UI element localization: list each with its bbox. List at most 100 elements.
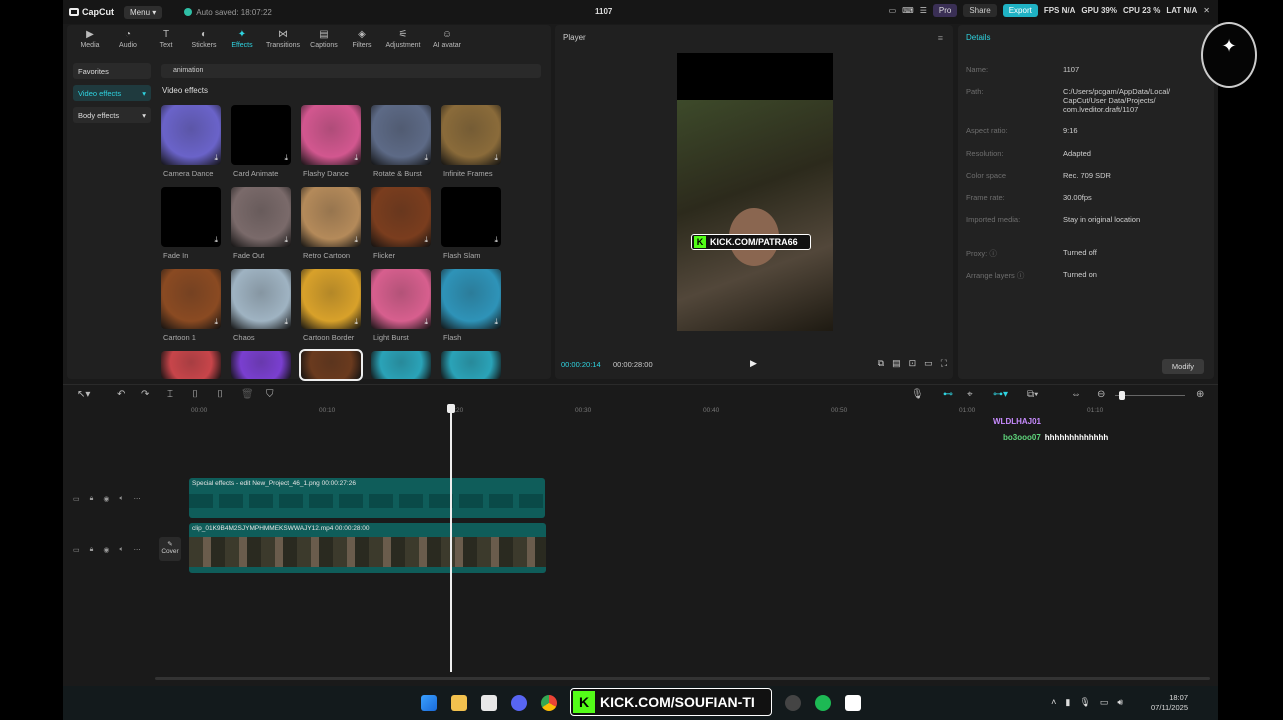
download-icon[interactable]: ⤓ bbox=[284, 317, 288, 327]
effect-item[interactable]: ⤓ Fade In bbox=[161, 187, 221, 267]
lock-icon[interactable]: 🔒︎ bbox=[90, 546, 94, 554]
category-video-effects[interactable]: Video effects ▾ bbox=[73, 85, 151, 101]
download-icon[interactable]: ⤓ bbox=[214, 235, 218, 245]
redo-icon[interactable]: ↷ bbox=[141, 389, 149, 400]
windows-start-icon[interactable] bbox=[421, 695, 437, 711]
chrome-icon[interactable] bbox=[541, 695, 557, 711]
download-icon[interactable]: ⤓ bbox=[214, 317, 218, 327]
cover-button[interactable]: ✎ Cover bbox=[159, 537, 181, 561]
more-icon[interactable]: ⋯ bbox=[134, 495, 141, 503]
download-icon[interactable]: ⤓ bbox=[424, 153, 428, 163]
fit-icon[interactable]: ⇔ bbox=[1071, 389, 1081, 400]
spotify-icon[interactable] bbox=[815, 695, 831, 711]
tab-adjustment[interactable]: ⚟ Adjustment bbox=[383, 25, 423, 53]
export-button[interactable]: Export bbox=[1002, 4, 1038, 17]
link-icon[interactable]: ⊷ bbox=[943, 389, 953, 400]
effect-clip[interactable]: Special effects - edit New_Project_46_1.… bbox=[189, 478, 545, 518]
effect-item[interactable]: ⤓ Infinite Frames bbox=[441, 105, 501, 185]
zoom-slider[interactable] bbox=[1115, 395, 1185, 396]
tab-media[interactable]: ▶ Media bbox=[73, 25, 107, 53]
microphone-icon[interactable]: 🎙 bbox=[911, 389, 924, 400]
shield-icon[interactable]: ⛉ bbox=[266, 389, 274, 400]
chevron-up-icon[interactable]: ˄ bbox=[1051, 697, 1056, 708]
history-icon[interactable]: ☰ bbox=[920, 6, 927, 15]
download-icon[interactable]: ⤓ bbox=[354, 153, 358, 163]
effect-item[interactable] bbox=[231, 351, 291, 379]
tab-text[interactable]: T Text bbox=[149, 25, 183, 53]
tab-filters[interactable]: ◈ Filters bbox=[345, 25, 379, 53]
effect-item[interactable]: ⤓ Fade Out bbox=[231, 187, 291, 267]
select-tool-icon[interactable]: ↖▾ bbox=[77, 389, 90, 400]
lock-icon[interactable]: 🔒︎ bbox=[90, 495, 94, 503]
effect-item[interactable] bbox=[371, 351, 431, 379]
effect-item[interactable]: ⤓ Rotate & Burst bbox=[371, 105, 431, 185]
tab-transitions[interactable]: ⋈ Transitions bbox=[263, 25, 303, 53]
effect-item[interactable]: ⤓ Flash bbox=[441, 269, 501, 349]
split-icon[interactable]: ⌶ bbox=[167, 389, 173, 400]
discord-icon[interactable] bbox=[511, 695, 527, 711]
eye-icon[interactable]: ◉ bbox=[103, 546, 109, 554]
split-left-icon[interactable]: ⌷ bbox=[192, 389, 198, 400]
magnet-icon[interactable]: ⊶▾ bbox=[993, 389, 1008, 400]
close-icon[interactable]: ✕ bbox=[1203, 6, 1210, 15]
play-icon[interactable]: ▶ bbox=[750, 358, 757, 369]
undo-icon[interactable]: ↶ bbox=[117, 389, 125, 400]
layout-icon[interactable]: ▭ bbox=[889, 6, 897, 15]
video-preview[interactable]: K KICK.COM/PATRA66 bbox=[677, 53, 833, 331]
category-body-effects[interactable]: Body effects ▾ bbox=[73, 107, 151, 123]
zoom-in-icon[interactable]: ⊕ bbox=[1196, 389, 1204, 400]
download-icon[interactable]: ⤓ bbox=[494, 317, 498, 327]
ratio-icon[interactable]: ▭ bbox=[924, 358, 933, 369]
usb-icon[interactable]: ▮ bbox=[1065, 697, 1070, 708]
download-icon[interactable]: ⤓ bbox=[424, 317, 428, 327]
more-icon[interactable]: ⋯ bbox=[134, 546, 141, 554]
tab-audio[interactable]: ◔ Audio bbox=[111, 25, 145, 53]
download-icon[interactable]: ⤓ bbox=[424, 235, 428, 245]
download-icon[interactable]: ⤓ bbox=[354, 317, 358, 327]
tab-ai-avatar[interactable]: ☺ AI avatar bbox=[427, 25, 467, 53]
split-right-icon[interactable]: ⌷ bbox=[217, 389, 223, 400]
tab-effects[interactable]: ✦ Effects bbox=[225, 25, 259, 53]
snapshot-icon[interactable]: ⧉ bbox=[878, 358, 884, 369]
fullscreen-icon[interactable]: ⛶ bbox=[941, 358, 947, 369]
effect-item[interactable]: ⤓ Chaos bbox=[231, 269, 291, 349]
menu-button[interactable]: Menu ▾ bbox=[124, 5, 163, 19]
download-icon[interactable]: ⤓ bbox=[214, 153, 218, 163]
preview-axis-icon[interactable]: ⧉▾ bbox=[1027, 389, 1038, 400]
effect-item[interactable]: ⤓ Camera Dance bbox=[161, 105, 221, 185]
store-icon[interactable] bbox=[481, 695, 497, 711]
download-icon[interactable]: ⤓ bbox=[354, 235, 358, 245]
share-button[interactable]: Share bbox=[963, 4, 997, 17]
download-icon[interactable]: ⤓ bbox=[494, 153, 498, 163]
effect-item[interactable]: ⤓ Flash Slam bbox=[441, 187, 501, 267]
effect-item[interactable] bbox=[441, 351, 501, 379]
zoom-slider-handle[interactable] bbox=[1119, 391, 1125, 400]
crop-icon[interactable]: ⊡ bbox=[909, 358, 917, 369]
effect-item[interactable]: ⤓ Card Animate bbox=[231, 105, 291, 185]
download-icon[interactable]: ⤓ bbox=[284, 153, 288, 163]
effect-item[interactable] bbox=[299, 349, 363, 381]
obs-icon[interactable] bbox=[785, 695, 801, 711]
capcut-taskbar-icon[interactable] bbox=[845, 695, 861, 711]
file-explorer-icon[interactable] bbox=[451, 695, 467, 711]
shortcuts-icon[interactable]: ⌨ bbox=[902, 6, 914, 15]
playhead-handle[interactable] bbox=[447, 404, 455, 413]
video-clip[interactable]: clip_01K9B4M2SJYMPHMMEKSWWAJY12.mp4 00:0… bbox=[189, 523, 546, 573]
effect-item[interactable] bbox=[161, 351, 221, 379]
zoom-out-icon[interactable]: ⊖ bbox=[1097, 389, 1105, 400]
effect-item[interactable]: ⤓ Cartoon Border bbox=[301, 269, 361, 349]
effect-item[interactable]: ⤓ Cartoon 1 bbox=[161, 269, 221, 349]
playhead[interactable] bbox=[447, 404, 455, 672]
tab-stickers[interactable]: ◐ Stickers bbox=[187, 25, 221, 53]
search-input[interactable]: animation bbox=[161, 64, 541, 78]
modify-button[interactable]: Modify bbox=[1161, 359, 1204, 374]
microphone-icon[interactable]: 🎙 bbox=[1079, 697, 1090, 708]
effect-item[interactable]: ⤓ Flashy Dance bbox=[301, 105, 361, 185]
tab-captions[interactable]: ▤ Captions bbox=[307, 25, 341, 53]
effect-item[interactable]: ⤓ Light Burst bbox=[371, 269, 431, 349]
timeline-ruler[interactable]: 00:00 00:10 00:20 00:30 00:40 00:50 01:00 01:10 bbox=[63, 404, 1218, 418]
volume-icon[interactable]: 🔈︎ bbox=[119, 495, 123, 503]
clock[interactable]: 18:07 07/11/2025 bbox=[1151, 693, 1188, 713]
speaker-icon[interactable]: 🔊︎ bbox=[1117, 697, 1123, 708]
player-menu-icon[interactable]: ≡ bbox=[938, 33, 943, 43]
